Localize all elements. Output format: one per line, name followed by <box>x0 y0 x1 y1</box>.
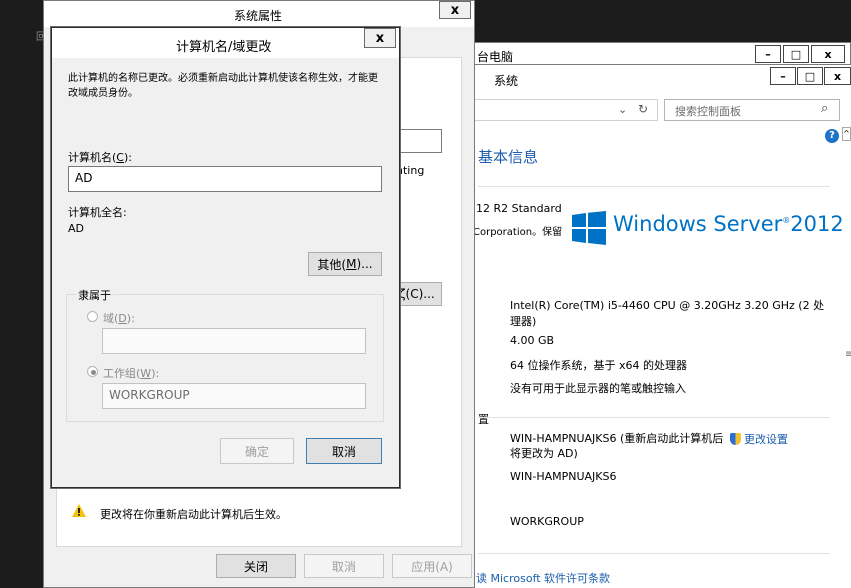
full-name-value: AD <box>68 222 84 235</box>
more-button[interactable]: 其他(M)... <box>308 252 382 276</box>
workgroup-input[interactable]: WORKGROUP <box>102 383 366 409</box>
scrollbar-grip[interactable]: ≡ <box>845 349 851 360</box>
brand-main: Windows Server <box>613 212 783 236</box>
rename-title: 计算机名/域更改 <box>176 40 272 55</box>
system-titlebar: 系统 – □ x <box>468 65 851 93</box>
shield-icon <box>730 433 741 445</box>
close-dialog-button[interactable]: 关闭 <box>216 554 296 578</box>
sysprops-title: 系统属性 <box>234 9 283 23</box>
member-of-label: 隶属于 <box>76 287 113 303</box>
domain-input[interactable] <box>102 328 366 354</box>
edition-text: 12 R2 Standard <box>476 202 562 215</box>
partial-text: nting <box>396 164 425 177</box>
divider <box>478 553 830 554</box>
maximize-button[interactable]: □ <box>797 67 823 85</box>
sysprops-titlebar: 系统属性 x <box>44 1 474 27</box>
chevron-down-icon[interactable]: ⌄ <box>618 103 627 116</box>
maximize-button[interactable]: □ <box>783 45 809 63</box>
restart-warning: 更改将在你重新启动此计算机后生效。 <box>100 508 287 521</box>
workgroup-value: WORKGROUP <box>510 515 584 528</box>
computer-name-input[interactable]: AD <box>68 166 382 192</box>
help-icon[interactable]: ? <box>825 129 839 143</box>
ram-value: 4.00 GB <box>510 334 555 347</box>
search-box[interactable]: 搜索控制面板 ⌕ <box>664 99 840 121</box>
system-type-value: 64 位操作系统，基于 x64 的处理器 <box>510 359 687 372</box>
windows-logo-icon <box>572 211 606 245</box>
cancel-button[interactable]: 取消 <box>304 554 384 578</box>
ok-button[interactable]: 确定 <box>220 438 294 464</box>
windows-server-brand: Windows Server®2012 R2 <box>613 212 851 236</box>
scrollbar-up-arrow[interactable]: ^ <box>842 127 851 141</box>
domain-radio[interactable] <box>87 311 98 322</box>
copyright-text: Corporation。保留 <box>473 227 563 238</box>
close-button[interactable]: x <box>824 67 851 85</box>
brand-version: 2012 R2 <box>790 212 851 236</box>
description-field[interactable] <box>396 129 442 153</box>
close-button[interactable]: x <box>364 28 396 48</box>
address-bar[interactable]: ⌄ ↻ <box>468 99 658 121</box>
search-placeholder: 搜索控制面板 <box>675 105 741 118</box>
minimize-button[interactable]: – <box>770 67 796 85</box>
divider <box>478 417 830 418</box>
close-button[interactable]: x <box>811 45 845 63</box>
rename-dialog: 计算机名/域更改 x 此计算机的名称已更改。必须重新启动此计算机使该名称生效，才… <box>51 27 400 488</box>
apply-button[interactable]: 应用(A) <box>392 554 472 578</box>
computer-name-label: 计算机名(C): <box>68 151 132 164</box>
license-link[interactable]: 读 Microsoft 软件许可条款 <box>476 570 610 586</box>
processor-value: Intel(R) Core(TM) i5-4460 CPU @ 3.20GHz … <box>510 299 825 328</box>
refresh-icon[interactable]: ↻ <box>638 102 648 116</box>
domain-label: 域(D): <box>103 312 135 325</box>
warning-icon <box>72 504 86 517</box>
full-name-label: 计算机全名: <box>68 206 127 219</box>
this-pc-title: 台电脑 <box>477 50 514 64</box>
minimize-button[interactable]: – <box>755 45 781 63</box>
close-button[interactable]: x <box>439 1 471 19</box>
change-settings-label: 更改设置 <box>744 433 788 446</box>
workgroup-radio[interactable] <box>87 366 98 377</box>
radio-dot <box>91 370 96 375</box>
change-settings-link[interactable]: 更改设置 <box>730 431 788 447</box>
basic-info-heading: 基本信息 <box>478 148 539 166</box>
workgroup-label: 工作组(W): <box>103 367 160 380</box>
system-title: 系统 <box>494 74 519 88</box>
search-icon[interactable]: ⌕ <box>821 101 828 116</box>
computer-name-value: WIN-HAMPNUAJKS6 (重新启动此计算机后将更改为 AD) <box>510 432 724 460</box>
rename-titlebar: 计算机名/域更改 x <box>52 28 399 58</box>
full-name-value: WIN-HAMPNUAJKS6 <box>510 470 617 483</box>
change-button[interactable]: ζ(C)... <box>396 282 442 306</box>
intro-text: 此计算机的名称已更改。必须重新启动此计算机使该名称生效，才能更改域成员身份。 <box>68 73 378 99</box>
section-heading-partial: 置 <box>478 413 489 426</box>
pen-touch-value: 没有可用于此显示器的笔或触控输入 <box>510 382 686 395</box>
system-window: 系统 – □ x ⌄ ↻ 搜索控制面板 ⌕ ? ^ ≡ 基本信息 12 R2 S… <box>468 64 851 588</box>
cancel-button[interactable]: 取消 <box>306 438 382 464</box>
divider <box>478 186 830 187</box>
